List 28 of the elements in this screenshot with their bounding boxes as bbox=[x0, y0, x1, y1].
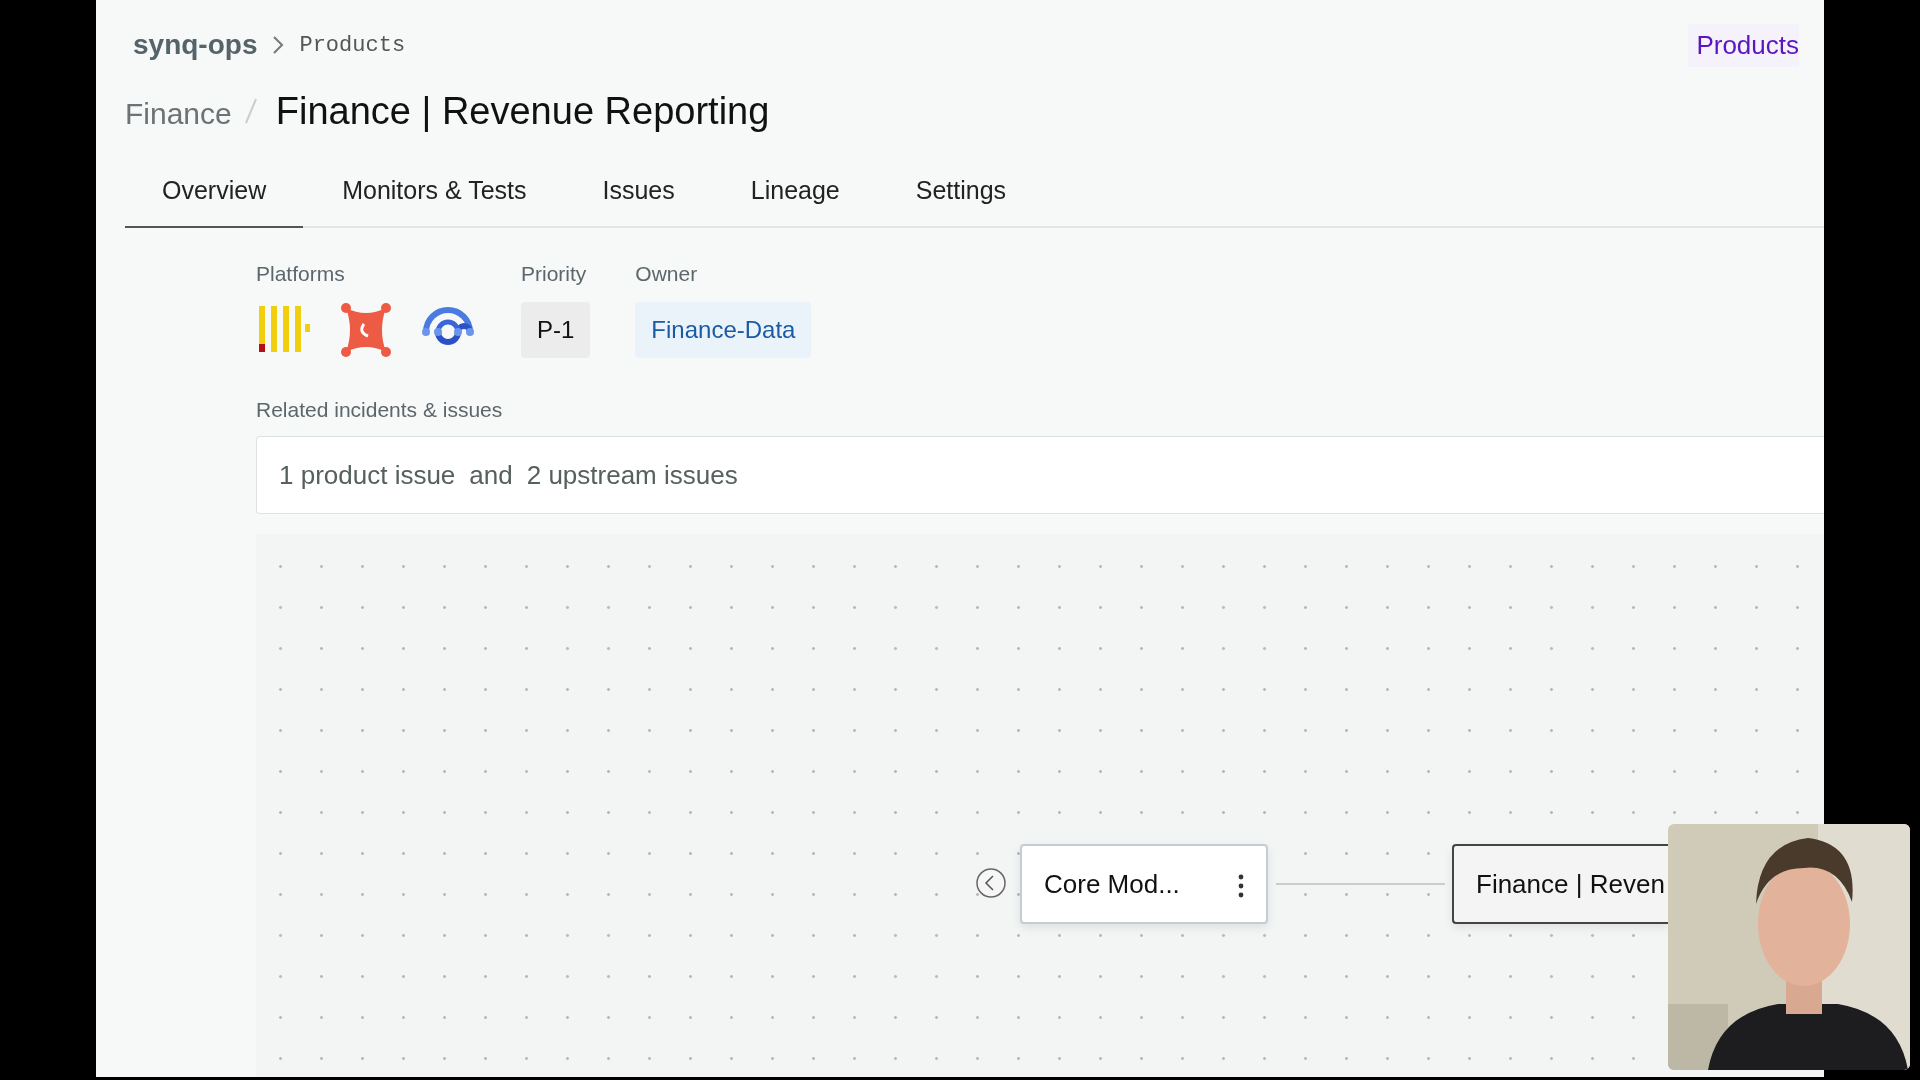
tab[interactable]: Lineage bbox=[713, 166, 877, 228]
upstream-issues-link[interactable]: 2 upstream issues bbox=[526, 459, 738, 491]
field-label: Platforms bbox=[256, 262, 346, 286]
breadcrumb-parent[interactable]: Finance bbox=[125, 97, 232, 131]
field-label: Priority bbox=[521, 262, 588, 286]
products-link[interactable]: Products bbox=[1688, 23, 1799, 67]
lineage-node[interactable]: Core Mod... bbox=[1020, 844, 1268, 924]
tab[interactable]: Monitors & Tests bbox=[305, 166, 564, 228]
priority-tag: P-1 bbox=[521, 302, 591, 358]
owner-tag[interactable]: Finance-Data bbox=[635, 302, 812, 358]
slash-separator-icon bbox=[243, 98, 258, 124]
more-options-icon[interactable] bbox=[1238, 874, 1244, 898]
breadcrumb-item[interactable]: Products bbox=[299, 32, 406, 58]
workspace-name[interactable]: synq-ops bbox=[133, 29, 258, 61]
conjunction-text: and bbox=[469, 459, 513, 491]
field-label: Owner bbox=[635, 262, 699, 286]
cross-icon bbox=[338, 302, 394, 358]
collapse-left-icon[interactable] bbox=[975, 867, 1007, 899]
tab[interactable]: Issues bbox=[565, 166, 712, 228]
page-title: Finance | Revenue Reporting bbox=[275, 90, 770, 133]
node-label: Core Mod... bbox=[1044, 868, 1180, 900]
tab[interactable]: Settings bbox=[878, 166, 1044, 228]
lineage-node[interactable]: Finance | Reven bbox=[1452, 844, 1668, 924]
node-label: Finance | Reven bbox=[1476, 868, 1665, 900]
tab[interactable]: Overview bbox=[125, 166, 304, 228]
product-issues-link[interactable]: 1 product issue bbox=[279, 459, 456, 491]
chevron-right-icon bbox=[271, 35, 286, 55]
section-label: Related incidents & issues bbox=[256, 398, 503, 421]
